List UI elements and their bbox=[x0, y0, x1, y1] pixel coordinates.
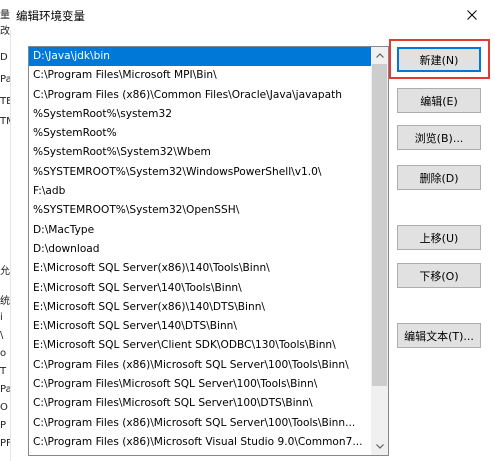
edit-text-button[interactable]: 编辑文本(T)... bbox=[397, 323, 481, 348]
browse-button[interactable]: 浏览(B)... bbox=[397, 125, 481, 150]
list-item[interactable]: C:\Program Files\Microsoft SQL Server\10… bbox=[29, 375, 371, 394]
bg-fragment: T bbox=[0, 366, 7, 377]
list-item[interactable]: C:\Program Files\Microsoft MPI\Bin\ bbox=[29, 66, 371, 85]
bg-fragment: P bbox=[0, 420, 7, 431]
list-item[interactable]: F:\adb bbox=[29, 182, 371, 201]
list-item[interactable]: D:\Java\jdk\bin bbox=[29, 47, 371, 67]
dialog-title: 编辑环境变量 bbox=[16, 9, 85, 23]
scroll-up-button[interactable] bbox=[371, 47, 388, 64]
list-item[interactable]: C:\Program Files (x86)\Common Files\Orac… bbox=[29, 86, 371, 105]
bg-fragment: \ bbox=[0, 330, 4, 341]
delete-button[interactable]: 删除(D) bbox=[397, 165, 481, 190]
bg-fragment: 统 bbox=[0, 296, 10, 307]
dialog-titlebar[interactable]: 编辑环境变量 bbox=[10, 0, 495, 30]
bg-fragment: Pa bbox=[0, 74, 10, 85]
bg-fragment: O bbox=[0, 402, 8, 413]
list-item[interactable]: %SystemRoot%\System32\Wbem bbox=[29, 143, 371, 162]
close-button[interactable] bbox=[449, 0, 495, 30]
vertical-scrollbar[interactable] bbox=[371, 47, 388, 455]
move-up-button[interactable]: 上移(U) bbox=[397, 225, 481, 250]
bg-fragment: D bbox=[0, 52, 8, 63]
chevron-down-icon bbox=[375, 444, 384, 449]
list-item[interactable]: D:\MacType bbox=[29, 221, 371, 240]
list-item[interactable]: %SystemRoot%\system32 bbox=[29, 105, 371, 124]
list-item[interactable]: C:\Program Files (x86)\Microsoft SQL Ser… bbox=[29, 414, 371, 433]
bg-fragment: PF bbox=[0, 438, 10, 449]
list-item[interactable]: E:\Microsoft SQL Server\140\Tools\Binn\ bbox=[29, 279, 371, 298]
list-item[interactable]: E:\Microsoft SQL Server(x86)\140\DTS\Bin… bbox=[29, 298, 371, 317]
bg-fragment: 量 bbox=[0, 10, 10, 21]
scroll-thumb[interactable] bbox=[372, 64, 387, 386]
list-item[interactable]: E:\Microsoft SQL Server\140\DTS\Binn\ bbox=[29, 317, 371, 336]
list-item[interactable]: %SystemRoot% bbox=[29, 124, 371, 143]
path-list[interactable]: D:\Java\jdk\bin C:\Program Files\Microso… bbox=[28, 46, 389, 456]
new-button[interactable]: 新建(N) bbox=[397, 47, 481, 72]
list-item[interactable]: %SYSTEMROOT%\System32\OpenSSH\ bbox=[29, 201, 371, 220]
path-list-rows: D:\Java\jdk\bin C:\Program Files\Microso… bbox=[29, 47, 371, 452]
list-item[interactable]: D:\download bbox=[29, 240, 371, 259]
close-icon bbox=[467, 10, 477, 20]
list-item[interactable]: C:\Program Files\Microsoft SQL Server\10… bbox=[29, 394, 371, 413]
list-item[interactable]: C:\Program Files (x86)\Microsoft SQL Ser… bbox=[29, 356, 371, 375]
chevron-up-icon bbox=[375, 53, 384, 58]
list-item[interactable]: E:\Microsoft SQL Server(x86)\140\Tools\B… bbox=[29, 259, 371, 278]
list-item[interactable]: E:\Microsoft SQL Server\Client SDK\ODBC\… bbox=[29, 336, 371, 355]
scroll-down-button[interactable] bbox=[371, 438, 388, 455]
bg-fragment: Pa bbox=[0, 384, 10, 395]
bg-fragment: 改 bbox=[0, 26, 10, 37]
list-item[interactable]: %SYSTEMROOT%\System32\WindowsPowerShell\… bbox=[29, 163, 371, 182]
bg-fragment: 允 bbox=[0, 266, 10, 277]
bg-fragment: TE bbox=[0, 96, 10, 107]
bg-fragment: o bbox=[0, 348, 7, 359]
bg-fragment: i bbox=[0, 312, 3, 323]
bg-fragment: TM bbox=[0, 116, 10, 127]
list-item[interactable]: C:\Program Files (x86)\Microsoft Visual … bbox=[29, 433, 371, 452]
background-window-strip: 量 改 D Pa TE TM 允 统 i \ o T Pa O P PF bbox=[0, 0, 11, 461]
edit-button[interactable]: 编辑(E) bbox=[397, 88, 481, 113]
move-down-button[interactable]: 下移(O) bbox=[397, 263, 481, 288]
